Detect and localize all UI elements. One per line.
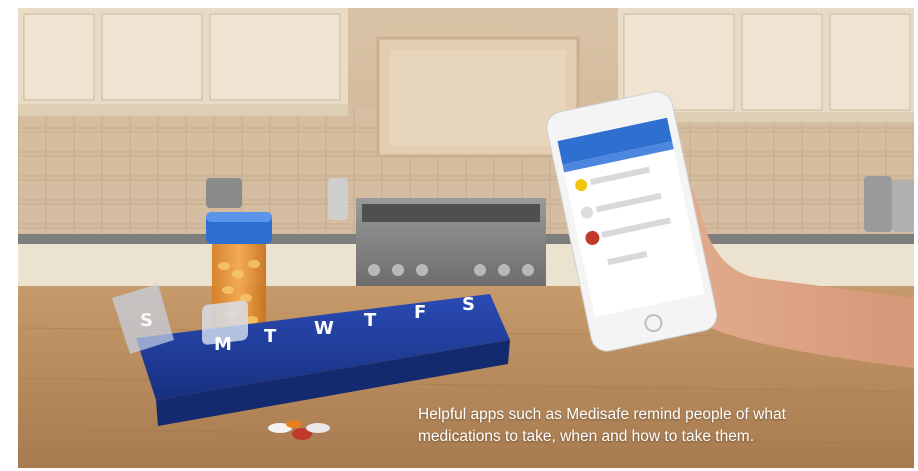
day-letter-f: F xyxy=(414,302,426,323)
day-letter-w: W xyxy=(314,318,334,339)
image-frame: S M T W T F S Helpful apps such as Medis… xyxy=(0,0,918,471)
day-letter-t2: T xyxy=(364,310,377,331)
photo-illustration: S M T W T F S xyxy=(18,8,914,468)
kitchen-photo: S M T W T F S Helpful apps such as Medis… xyxy=(18,8,914,468)
caption-line-1: Helpful apps such as Medisafe remind peo… xyxy=(418,406,786,423)
day-letter-s: S xyxy=(462,294,475,315)
lid-letter-open: S xyxy=(140,310,153,331)
stove xyxy=(356,198,546,288)
day-letter-m: M xyxy=(214,334,232,355)
photo-caption: Helpful apps such as Medisafe remind peo… xyxy=(418,404,898,448)
day-letter-t1: T xyxy=(264,326,277,347)
caption-line-2: medications to take, when and how to tak… xyxy=(418,428,755,445)
